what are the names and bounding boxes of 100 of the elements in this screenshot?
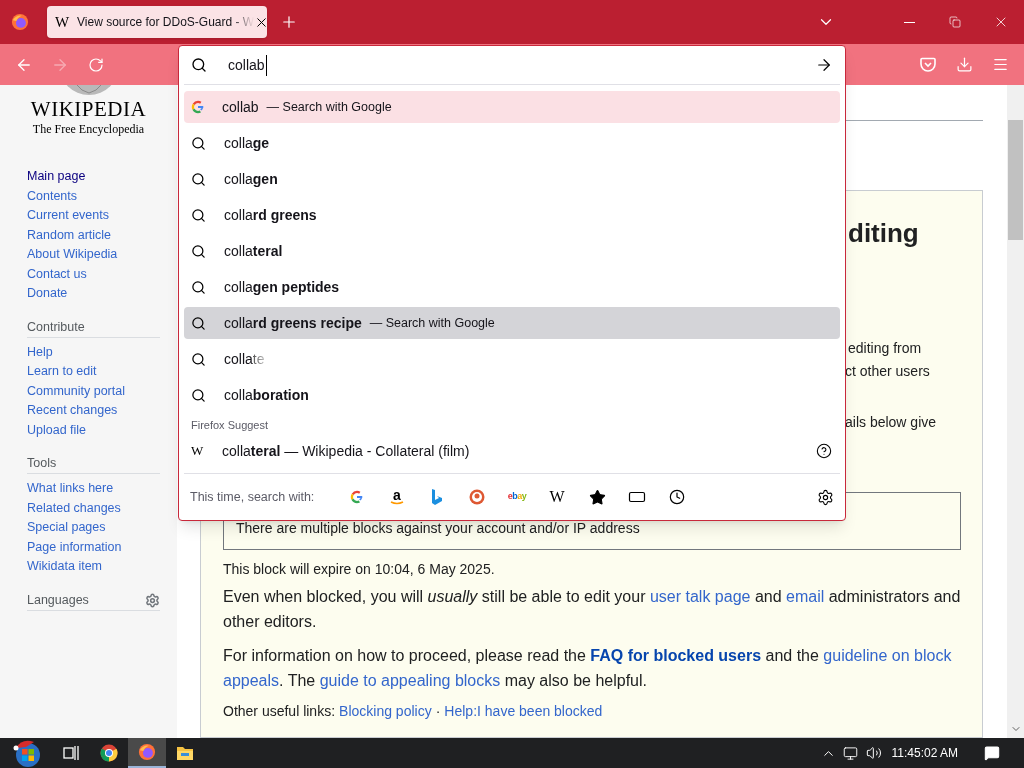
search-icon xyxy=(191,243,206,259)
paragraph-text: ct other users xyxy=(845,362,931,381)
sidebar-link[interactable]: Community portal xyxy=(27,381,125,401)
google-logo-icon xyxy=(191,100,205,114)
suggestion-item[interactable]: W collateral — Wikipedia - Collateral (film) xyxy=(184,435,840,467)
paragraph: Even when blocked, you will usually still be able to edit your user talk page and email administrators and other editors. xyxy=(223,587,962,632)
pocket-icon xyxy=(920,57,936,72)
clock-text[interactable]: 11:45:02 AM xyxy=(891,744,958,762)
suggestion-item[interactable]: collard greens recipe — Search with Google xyxy=(184,307,840,339)
scrollbar[interactable] xyxy=(1007,85,1024,738)
scrollbar-thumb[interactable] xyxy=(1008,120,1023,240)
wikipedia-logo-icon: W xyxy=(191,441,205,461)
tab-favicon: W xyxy=(55,12,71,32)
minimize-icon xyxy=(903,21,915,23)
sidebar-link[interactable]: Help xyxy=(27,342,53,362)
paragraph-text: ails below give xyxy=(845,413,938,432)
address-field[interactable]: collab xyxy=(179,46,845,84)
sidebar-link[interactable]: Upload file xyxy=(27,420,87,440)
search-icon xyxy=(191,351,206,367)
notification-icon[interactable] xyxy=(984,745,1000,761)
suggestion-text: collard greens xyxy=(224,205,317,225)
sidebar-link[interactable]: Contents xyxy=(27,186,78,206)
settings-icon[interactable] xyxy=(817,488,834,506)
text-link[interactable]: Blocking policy xyxy=(339,702,432,720)
help-icon[interactable] xyxy=(816,443,832,459)
sidebar-link[interactable]: Learn to edit xyxy=(27,362,97,382)
search-engine-button[interactable]: ebay xyxy=(497,481,537,513)
search-engine-button[interactable]: W xyxy=(537,481,577,513)
text-link[interactable]: FAQ for blocked users xyxy=(590,647,762,664)
suggestion-text: collagen xyxy=(224,169,278,189)
suggestion-item[interactable]: collard greens xyxy=(184,199,840,231)
text-link[interactable]: user talk page xyxy=(649,588,751,605)
suggestion-item[interactable]: collab — Search with Google xyxy=(184,91,840,123)
search-engine-button[interactable]: a xyxy=(377,481,417,513)
sidebar-link[interactable]: Random article xyxy=(27,225,112,245)
separator-dot: · xyxy=(435,702,441,720)
star-icon xyxy=(588,488,606,506)
sidebar-link[interactable]: Main page xyxy=(27,167,86,187)
search-icon xyxy=(191,315,206,331)
search-with-label: This time, search with: xyxy=(190,488,316,506)
network-icon[interactable] xyxy=(842,745,858,761)
bing-logo-icon xyxy=(431,489,443,505)
text-link[interactable]: email xyxy=(786,588,825,605)
folder-icon xyxy=(176,745,194,761)
search-engine-note: — Search with Google xyxy=(266,98,392,116)
go-arrow-icon[interactable] xyxy=(815,56,833,74)
sidebar-link[interactable]: Recent changes xyxy=(27,401,118,421)
expiry-text: This block will expire on 10:04, 6 May 2025. xyxy=(223,560,496,578)
task-view-icon xyxy=(62,745,80,761)
search-engine-note: — Search with Google xyxy=(369,314,495,332)
wikipedia-tagline: The Free Encyclopedia xyxy=(31,122,146,136)
sidebar-link[interactable]: Current events xyxy=(27,206,109,226)
sidebar-link[interactable]: What links here xyxy=(27,479,114,499)
text-link[interactable]: Help:I have been blocked xyxy=(444,702,603,720)
section-title: Tools xyxy=(27,455,57,473)
suggestion-text: collateral — Wikipedia - Collateral (film) xyxy=(222,441,470,461)
wikipedia-wordmark: WIKIPEDIA xyxy=(29,99,148,119)
firefox-logo-icon xyxy=(11,13,29,31)
sidebar-link[interactable]: Related changes xyxy=(27,498,121,518)
sidebar-link[interactable]: Contact us xyxy=(27,264,87,284)
search-icon xyxy=(191,207,206,223)
clock-icon xyxy=(669,489,685,505)
plus-icon xyxy=(280,13,298,31)
sidebar-link[interactable]: About Wikipedia xyxy=(27,245,118,265)
sidebar-link[interactable]: Special pages xyxy=(27,518,106,538)
download-icon xyxy=(955,56,973,73)
sidebar-link[interactable]: Wikidata item xyxy=(27,557,103,577)
menu-icon xyxy=(991,56,1009,73)
paragraph-text: editing from xyxy=(848,339,923,358)
suggestion-text: collard greens recipe xyxy=(224,313,362,333)
suggestion-text: collateral xyxy=(224,241,283,261)
suggestion-item[interactable]: collagen xyxy=(184,163,840,195)
text-link[interactable]: guide to appealing blocks xyxy=(319,672,501,689)
reload-icon xyxy=(88,56,104,73)
sidebar-link[interactable]: Page information xyxy=(27,537,122,557)
suggestion-text: collaboration xyxy=(224,385,309,405)
section-title: Contribute xyxy=(27,318,85,336)
suggestion-item[interactable]: collateral xyxy=(184,235,840,267)
search-icon xyxy=(191,171,206,187)
section-title: Languages xyxy=(27,591,89,609)
notice-text: There are multiple blocks against your account and/or IP address xyxy=(236,518,640,538)
suggestion-text: collagen peptides xyxy=(224,277,340,297)
group-label: Firefox Suggest xyxy=(191,417,270,433)
wikipedia-logo-icon: W xyxy=(549,485,565,509)
firefox-logo-icon xyxy=(138,743,156,761)
ebay-logo-icon: ebay xyxy=(507,490,527,504)
browser-tab[interactable]: W View source for DDoS-Guard - W xyxy=(47,6,267,38)
duck-logo-icon xyxy=(469,489,485,505)
suggestion-item[interactable]: collagen peptides xyxy=(184,271,840,303)
volume-icon[interactable] xyxy=(865,745,882,761)
text-link[interactable]: guideline on block xyxy=(823,647,952,664)
chrome-logo-icon xyxy=(100,744,118,762)
suggestion-text: collab xyxy=(222,97,259,117)
search-icon xyxy=(191,57,207,73)
search-icon xyxy=(191,387,206,403)
restore-icon xyxy=(949,16,961,28)
suggestion-item[interactable]: collage xyxy=(184,127,840,159)
suggestion-item[interactable]: collaboration xyxy=(184,379,840,411)
sidebar-link[interactable]: Donate xyxy=(27,284,68,304)
suggestion-item[interactable]: collate xyxy=(184,343,840,375)
